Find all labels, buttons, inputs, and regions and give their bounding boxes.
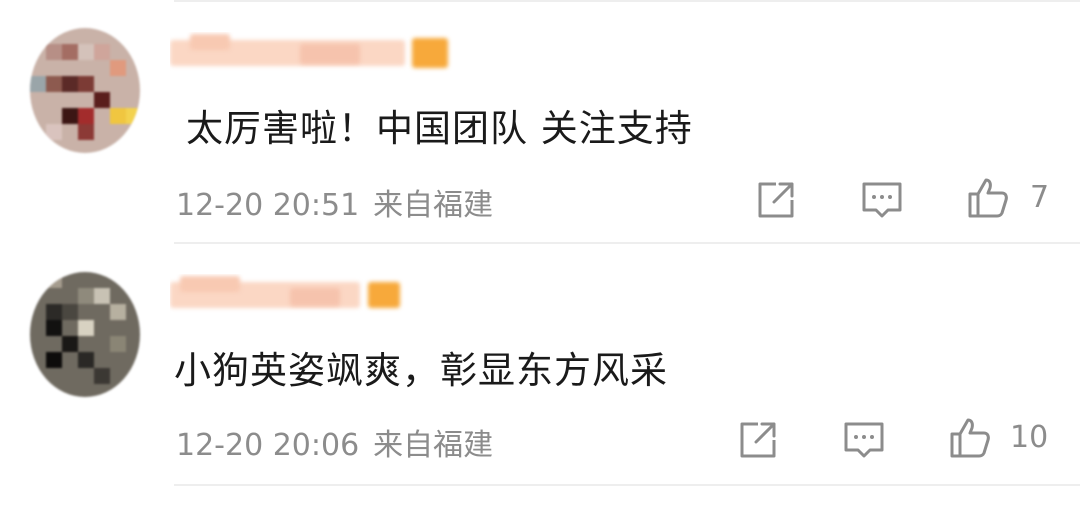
avatar[interactable] [30,28,140,153]
comment-time: 12-20 20:51 [176,188,360,223]
share-icon[interactable] [736,418,780,462]
avatar[interactable] [30,272,140,397]
comment-text: 太厉害啦！中国团队 关注支持 [186,107,693,150]
comment-location: 来自福建 [373,428,494,463]
thumbs-up-icon[interactable] [948,416,992,460]
comment-icon[interactable] [842,418,886,462]
comment-time: 12-20 20:06 [176,428,360,463]
comment-meta: 12-20 20:51 来自福建 [176,180,493,224]
share-icon[interactable] [754,178,798,222]
comment-text: 小狗英姿飒爽，彰显东方风采 [174,349,668,392]
comment-item: 太厉害啦！中国团队 关注支持 12-20 20:51 来自福建 7 [0,0,1080,240]
thumbs-up-icon[interactable] [966,176,1010,220]
comment-icon[interactable] [860,178,904,222]
like-count[interactable]: 7 [1030,180,1049,215]
like-count[interactable]: 10 [1010,420,1048,455]
comment-location: 来自福建 [373,188,494,223]
comment-meta: 12-20 20:06 来自福建 [176,420,493,464]
username[interactable] [170,32,460,74]
username[interactable] [170,274,410,316]
comment-item: 小狗英姿飒爽，彰显东方风采 12-20 20:06 来自福建 10 [0,244,1080,484]
bottom-divider [174,484,1080,486]
